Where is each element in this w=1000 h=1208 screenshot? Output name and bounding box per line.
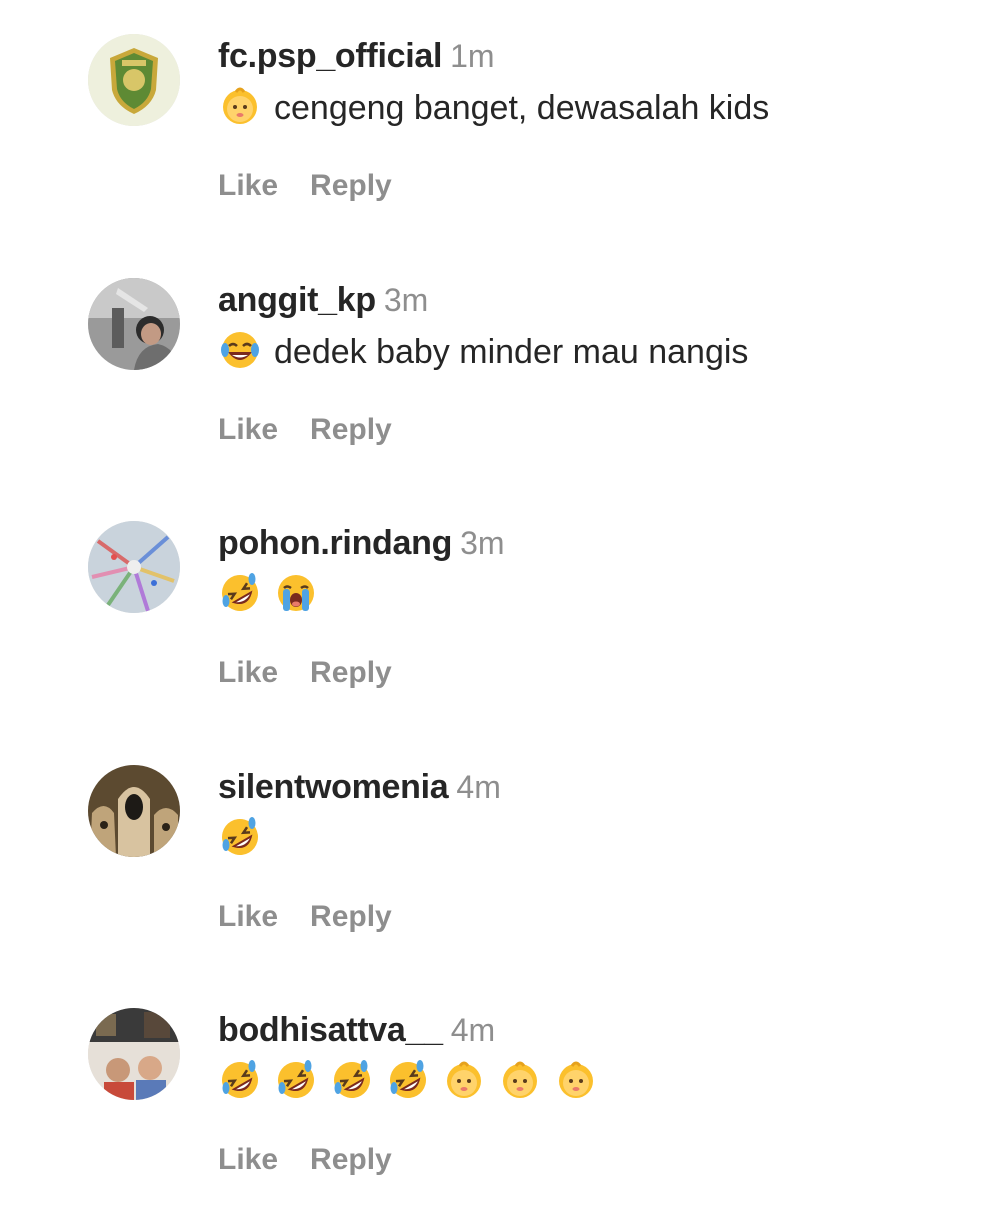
timestamp[interactable]: 4m — [456, 769, 500, 805]
baby-emoji-icon — [442, 1058, 486, 1102]
selfie-photo-avatar — [88, 278, 180, 370]
timestamp[interactable]: 3m — [384, 282, 428, 318]
tears-of-joy-emoji-icon — [218, 328, 262, 372]
username-link[interactable]: silentwomenia — [218, 768, 449, 806]
comment-text-content: cengeng banget, dewasalah kids — [274, 89, 770, 127]
comment-header: anggit_kp 3m — [218, 278, 958, 322]
reply-button[interactable]: Reply — [310, 900, 392, 933]
comment-actions: Like Reply — [218, 166, 424, 206]
comment-actions: Like Reply — [218, 410, 424, 450]
comment-header: bodhisattva__ 4m — [218, 1008, 958, 1052]
avatar[interactable] — [88, 765, 180, 857]
comment-text — [218, 813, 958, 865]
comment-text: cengeng banget, dewasalah kids — [218, 82, 958, 134]
comment-body: anggit_kp 3m dedek baby minder mau nangis — [218, 278, 958, 378]
loudly-crying-emoji-icon — [274, 571, 318, 615]
comment-text — [218, 1056, 958, 1108]
avatar[interactable] — [88, 278, 180, 370]
comment-body: fc.psp_official 1m cengeng banget, dewasa… — [218, 34, 958, 134]
club-crest-avatar — [88, 34, 180, 126]
rolling-laughing-emoji-icon — [218, 815, 262, 859]
avatar[interactable] — [88, 34, 180, 126]
comment-body: silentwomenia 4m — [218, 765, 958, 865]
comment-actions: Like Reply — [218, 653, 424, 693]
like-button[interactable]: Like — [218, 1143, 278, 1176]
username-link[interactable]: bodhisattva__ — [218, 1011, 443, 1049]
comment-item: silentwomenia 4m Like Reply — [88, 765, 968, 965]
timestamp[interactable]: 1m — [450, 38, 494, 74]
username-link[interactable]: pohon.rindang — [218, 524, 452, 562]
rolling-laughing-emoji-icon — [330, 1058, 374, 1102]
like-button[interactable]: Like — [218, 413, 278, 446]
baby-emoji-icon — [554, 1058, 598, 1102]
reply-button[interactable]: Reply — [310, 1143, 392, 1176]
avatar[interactable] — [88, 521, 180, 613]
comment-text — [218, 569, 958, 621]
username-link[interactable]: anggit_kp — [218, 281, 376, 319]
rolling-laughing-emoji-icon — [274, 1058, 318, 1102]
timestamp[interactable]: 4m — [451, 1012, 495, 1048]
comment-list: fc.psp_official 1m cengeng banget, dewasa… — [0, 0, 1000, 1200]
reply-button[interactable]: Reply — [310, 413, 392, 446]
comment-item: anggit_kp 3m dedek baby minder mau nangis… — [88, 278, 968, 478]
comment-body: bodhisattva__ 4m — [218, 1008, 958, 1108]
comment-item: pohon.rindang 3m Like Reply — [88, 521, 968, 721]
rolling-laughing-emoji-icon — [218, 571, 262, 615]
comment-header: silentwomenia 4m — [218, 765, 958, 809]
comment-body: pohon.rindang 3m — [218, 521, 958, 621]
like-button[interactable]: Like — [218, 656, 278, 689]
baby-emoji-icon — [498, 1058, 542, 1102]
comment-header: pohon.rindang 3m — [218, 521, 958, 565]
baby-emoji-icon — [218, 84, 262, 128]
rolling-laughing-emoji-icon — [218, 1058, 262, 1102]
comment-text: dedek baby minder mau nangis — [218, 326, 958, 378]
comment-actions: Like Reply — [218, 897, 424, 937]
like-button[interactable]: Like — [218, 169, 278, 202]
group-photo-avatar — [88, 1008, 180, 1100]
comment-text-content: dedek baby minder mau nangis — [274, 333, 749, 371]
comment-item: bodhisattva__ 4m Like Reply — [88, 1008, 968, 1208]
reply-button[interactable]: Reply — [310, 656, 392, 689]
rolling-laughing-emoji-icon — [386, 1058, 430, 1102]
username-link[interactable]: fc.psp_official — [218, 37, 442, 75]
comment-header: fc.psp_official 1m — [218, 34, 958, 78]
comment-item: fc.psp_official 1m cengeng banget, dewasa… — [88, 34, 968, 234]
colorful-pattern-avatar — [88, 521, 180, 613]
comment-actions: Like Reply — [218, 1140, 424, 1180]
avatar[interactable] — [88, 1008, 180, 1100]
like-button[interactable]: Like — [218, 900, 278, 933]
reply-button[interactable]: Reply — [310, 169, 392, 202]
timestamp[interactable]: 3m — [460, 525, 504, 561]
hooded-figures-avatar — [88, 765, 180, 857]
